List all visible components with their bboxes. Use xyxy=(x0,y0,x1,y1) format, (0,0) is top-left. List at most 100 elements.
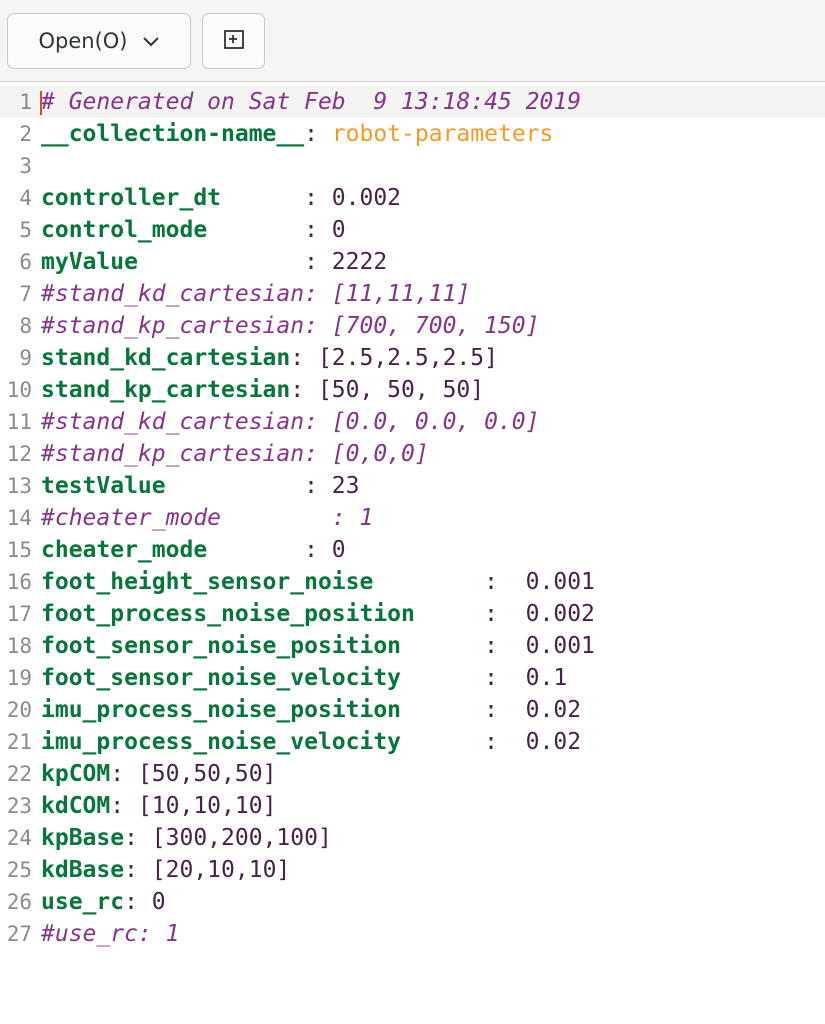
value-text: : xyxy=(304,121,332,147)
code-text: kpBase: [300,200,100] xyxy=(41,822,332,854)
line-number: 27 xyxy=(6,922,32,946)
code-line[interactable]: 7 #stand_kd_cartesian: [11,11,11] xyxy=(0,278,825,310)
code-text: stand_kp_cartesian: [50, 50, 50] xyxy=(41,374,484,406)
key-text: foot_sensor_noise_position xyxy=(41,633,402,659)
code-text: use_rc: 0 xyxy=(41,886,166,918)
line-number: 9 xyxy=(19,346,32,370)
code-line[interactable]: 2 __collection-name__: robot-parameters xyxy=(0,118,825,150)
code-line[interactable]: 22 kpCOM: [50,50,50] xyxy=(0,758,825,790)
key-text: use_rc xyxy=(41,889,125,915)
line-number: 20 xyxy=(6,698,32,722)
comment-text: #stand_kd_cartesian: [11,11,11] xyxy=(41,281,471,307)
code-text: #stand_kp_cartesian: [0,0,0] xyxy=(41,438,429,470)
code-line[interactable]: 19 foot_sensor_noise_velocity : 0.1 xyxy=(0,662,825,694)
code-line[interactable]: 5 control_mode : 0 xyxy=(0,214,825,246)
code-text: control_mode : 0 xyxy=(41,214,346,246)
text-editor[interactable]: 1 # Generated on Sat Feb 9 13:18:45 2019 2… xyxy=(0,84,825,1024)
key-text: foot_sensor_noise_velocity xyxy=(41,665,402,691)
open-button-label: Open(O) xyxy=(38,29,128,53)
line-number: 7 xyxy=(19,282,32,306)
code-text: imu_process_noise_velocity : 0.02 xyxy=(41,726,581,758)
key-text: controller_dt xyxy=(41,185,222,211)
line-number: 14 xyxy=(6,506,32,530)
line-number: 17 xyxy=(6,602,32,626)
line-number: 8 xyxy=(19,314,32,338)
code-text: __collection-name__: robot-parameters xyxy=(41,118,553,150)
code-line[interactable]: 24 kpBase: [300,200,100] xyxy=(0,822,825,854)
value-text: : 0 xyxy=(207,537,346,563)
code-text: cheater_mode : 0 xyxy=(41,534,346,566)
code-line[interactable]: 1 # Generated on Sat Feb 9 13:18:45 2019 xyxy=(0,86,825,118)
code-text: #cheater_mode : 1 xyxy=(41,502,373,534)
key-text: stand_kp_cartesian xyxy=(41,377,291,403)
value-text: : 0 xyxy=(207,217,346,243)
value-text: : [20,10,10] xyxy=(124,857,291,883)
open-button[interactable]: Open(O) xyxy=(7,13,191,69)
code-line[interactable]: 13 testValue : 23 xyxy=(0,470,825,502)
value-text: : 0.001 xyxy=(373,569,595,595)
code-line[interactable]: 26 use_rc: 0 xyxy=(0,886,825,918)
code-line[interactable]: 25 kdBase: [20,10,10] xyxy=(0,854,825,886)
code-text: #stand_kd_cartesian: [11,11,11] xyxy=(41,278,470,310)
line-number: 24 xyxy=(6,826,32,850)
code-text: testValue : 23 xyxy=(41,470,360,502)
code-line[interactable]: 17 foot_process_noise_position : 0.002 xyxy=(0,598,825,630)
key-text: kdCOM xyxy=(41,793,111,819)
code-line[interactable]: 11 #stand_kd_cartesian: [0.0, 0.0, 0.0] xyxy=(0,406,825,438)
value-text: : 0.02 xyxy=(401,729,582,755)
line-number: 13 xyxy=(6,474,32,498)
code-text: #stand_kd_cartesian: [0.0, 0.0, 0.0] xyxy=(41,406,540,438)
code-line[interactable]: 8 #stand_kp_cartesian: [700, 700, 150] xyxy=(0,310,825,342)
key-text: cheater_mode xyxy=(41,537,208,563)
line-number: 12 xyxy=(6,442,32,466)
key-text: kpCOM xyxy=(41,761,111,787)
code-line[interactable]: 12 #stand_kp_cartesian: [0,0,0] xyxy=(0,438,825,470)
line-number: 3 xyxy=(19,154,32,178)
line-number: 1 xyxy=(19,90,32,114)
string-text: robot-parameters xyxy=(331,121,554,147)
code-text: kpCOM: [50,50,50] xyxy=(41,758,276,790)
line-number: 25 xyxy=(6,858,32,882)
code-line[interactable]: 4 controller_dt : 0.002 xyxy=(0,182,825,214)
value-text: : 2222 xyxy=(137,249,388,275)
value-text: : 0.002 xyxy=(414,601,595,627)
value-text: : [300,200,100] xyxy=(124,825,332,851)
code-line[interactable]: 15 cheater_mode : 0 xyxy=(0,534,825,566)
line-number: 5 xyxy=(19,218,32,242)
code-line[interactable]: 23 kdCOM: [10,10,10] xyxy=(0,790,825,822)
key-text: testValue xyxy=(41,473,166,499)
line-number: 15 xyxy=(6,538,32,562)
code-line[interactable]: 3 xyxy=(0,150,825,182)
value-text: : 0 xyxy=(124,889,166,915)
key-text: foot_height_sensor_noise xyxy=(41,569,374,595)
key-text: foot_process_noise_position xyxy=(41,601,415,627)
code-text: foot_height_sensor_noise : 0.001 xyxy=(41,566,595,598)
code-line[interactable]: 10 stand_kp_cartesian: [50, 50, 50] xyxy=(0,374,825,406)
value-text: : 0.1 xyxy=(401,665,568,691)
code-line[interactable]: 6 myValue : 2222 xyxy=(0,246,825,278)
code-text: kdCOM: [10,10,10] xyxy=(41,790,276,822)
line-number: 22 xyxy=(6,762,32,786)
code-text: imu_process_noise_position : 0.02 xyxy=(41,694,581,726)
code-line[interactable]: 9 stand_kd_cartesian: [2.5,2.5,2.5] xyxy=(0,342,825,374)
chevron-down-icon[interactable] xyxy=(142,29,160,53)
header-bar: Open(O) xyxy=(0,0,825,82)
code-line[interactable]: 14 #cheater_mode : 1 xyxy=(0,502,825,534)
code-line[interactable]: 16 foot_height_sensor_noise : 0.001 xyxy=(0,566,825,598)
code-line[interactable]: 27 #use_rc: 1 xyxy=(0,918,825,950)
code-line[interactable]: 21 imu_process_noise_velocity : 0.02 xyxy=(0,726,825,758)
code-text: stand_kd_cartesian: [2.5,2.5,2.5] xyxy=(41,342,498,374)
key-text: imu_process_noise_velocity xyxy=(41,729,402,755)
text-cursor xyxy=(40,91,42,115)
new-tab-button[interactable] xyxy=(202,13,265,69)
value-text: : 23 xyxy=(165,473,360,499)
key-text: kdBase xyxy=(41,857,125,883)
line-number: 4 xyxy=(19,186,32,210)
code-text: foot_process_noise_position : 0.002 xyxy=(41,598,595,630)
line-number: 26 xyxy=(6,890,32,914)
comment-text: #stand_kp_cartesian: [700, 700, 150] xyxy=(41,313,540,339)
code-line[interactable]: 18 foot_sensor_noise_position : 0.001 xyxy=(0,630,825,662)
comment-text: #stand_kp_cartesian: [0,0,0] xyxy=(41,441,429,467)
code-line[interactable]: 20 imu_process_noise_position : 0.02 xyxy=(0,694,825,726)
line-number: 19 xyxy=(6,666,32,690)
